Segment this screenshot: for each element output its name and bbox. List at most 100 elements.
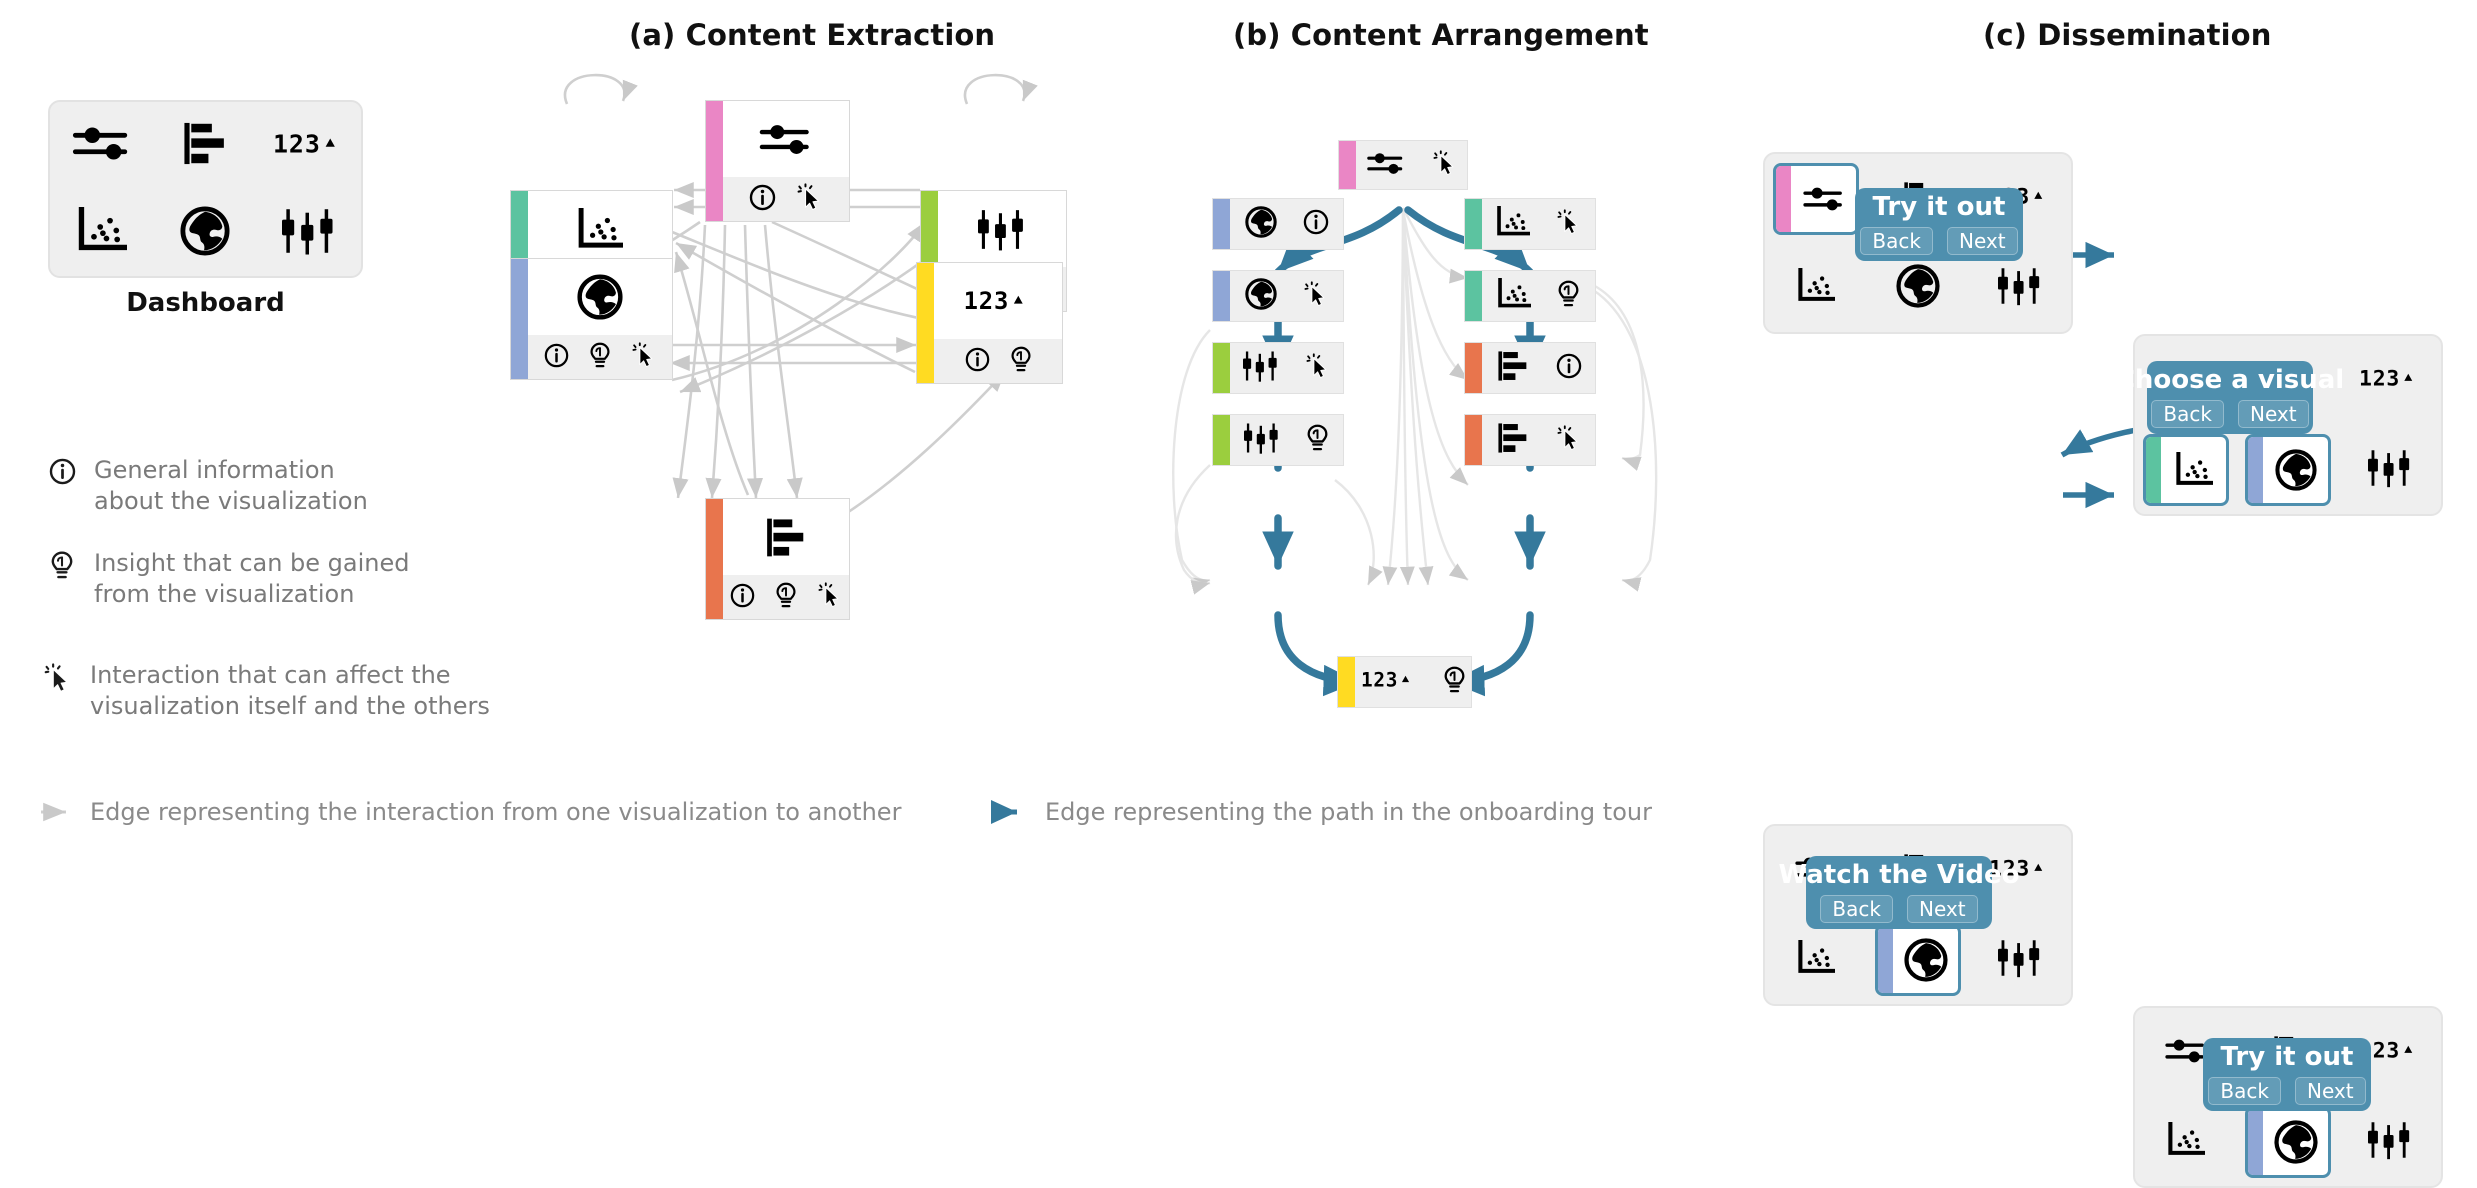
globe-icon — [2263, 1109, 2328, 1175]
next-button[interactable]: Next — [2294, 1076, 2366, 1105]
cursor-icon[interactable] — [1432, 150, 1458, 180]
legend-info-text: General information about the visualizati… — [94, 456, 368, 515]
globe-icon — [1244, 206, 1277, 242]
tour-tooltip-1[interactable]: Try it out Back Next — [1855, 188, 2023, 261]
candlestick-icon — [282, 207, 336, 259]
node-stripe-lime — [1213, 343, 1230, 393]
selected-viz-globe[interactable] — [2245, 433, 2331, 506]
lightbulb-icon[interactable] — [1010, 346, 1032, 377]
node-number[interactable] — [916, 262, 1063, 384]
selected-viz-sliders[interactable] — [1773, 162, 1859, 235]
bottom-legend-tour: Edge representing the path in the onboar… — [991, 798, 1652, 826]
dissemination-card-3[interactable]: Watch the Video Back Next — [1763, 824, 2073, 1006]
node-b-bar-cursor[interactable] — [1464, 414, 1596, 466]
node-sliders[interactable] — [705, 100, 850, 222]
node-bar[interactable] — [705, 498, 850, 620]
info-icon[interactable] — [1556, 353, 1582, 383]
node-b-candlestick-insight[interactable] — [1212, 414, 1344, 466]
dissemination-card-4[interactable]: Try it out Back Next — [2133, 1006, 2443, 1188]
sliders-icon — [723, 101, 849, 177]
tour-tooltip-2[interactable]: Choose a visual Back Next — [2116, 361, 2344, 434]
lightbulb-icon[interactable] — [1306, 424, 1329, 456]
cursor-icon[interactable] — [817, 582, 843, 612]
node-b-bar-info[interactable] — [1464, 342, 1596, 394]
node-stripe-orange — [706, 499, 723, 619]
candlestick-icon — [1998, 938, 2042, 982]
selected-viz-scatter[interactable] — [2143, 433, 2229, 506]
node-globe[interactable] — [510, 258, 673, 380]
node-stripe-yellow — [1338, 657, 1355, 707]
sliders-icon — [1366, 151, 1406, 180]
node-actions[interactable] — [934, 339, 1062, 383]
node-actions[interactable] — [723, 575, 849, 619]
number-icon — [2359, 365, 2421, 396]
bar-chart-icon — [181, 121, 229, 170]
node-stripe-orange — [1465, 343, 1482, 393]
node-stripe-blue — [1213, 271, 1230, 321]
panel-title-c: (c) Dissemination — [1983, 18, 2272, 52]
cursor-icon[interactable] — [1556, 425, 1582, 455]
globe-icon — [1893, 927, 1958, 993]
lightbulb-icon[interactable] — [775, 582, 797, 613]
node-b-number-insight[interactable] — [1337, 656, 1472, 708]
info-icon[interactable] — [730, 583, 755, 612]
lightbulb-icon[interactable] — [1557, 280, 1580, 312]
node-stripe-blue — [2248, 436, 2263, 503]
back-button[interactable]: Back — [1860, 226, 1933, 255]
node-b-scatter-cursor[interactable] — [1464, 198, 1596, 250]
info-icon[interactable] — [544, 343, 569, 372]
node-b-scatter-insight[interactable] — [1464, 270, 1596, 322]
scatter-plot-icon — [1797, 940, 1835, 980]
back-button[interactable]: Back — [2151, 399, 2224, 428]
cursor-icon[interactable] — [1305, 353, 1331, 383]
next-button[interactable]: Next — [1906, 894, 1978, 923]
node-b-globe-cursor[interactable] — [1212, 270, 1344, 322]
panel-title-b: (b) Content Arrangement — [1233, 18, 1649, 52]
next-button[interactable]: Next — [1946, 226, 2018, 255]
lightbulb-icon[interactable] — [589, 342, 611, 373]
back-button[interactable]: Back — [1820, 894, 1893, 923]
info-icon[interactable] — [965, 347, 990, 376]
bottom-legend-interaction-text: Edge representing the interaction from o… — [90, 798, 902, 826]
dashboard-label: Dashboard — [126, 288, 285, 318]
scatter-plot-icon — [528, 191, 672, 267]
cursor-icon[interactable] — [1556, 209, 1582, 239]
dissemination-card-2[interactable]: Choose a visual Back Next — [2116, 334, 2443, 516]
tour-tooltip-4[interactable]: Try it out Back Next — [2203, 1038, 2371, 1111]
candlestick-icon — [938, 191, 1066, 267]
node-b-globe-info[interactable] — [1212, 198, 1344, 250]
globe-icon — [180, 206, 230, 260]
lightbulb-icon[interactable] — [1443, 666, 1466, 698]
node-actions[interactable] — [528, 335, 672, 379]
dashboard-card[interactable] — [48, 100, 363, 278]
back-button[interactable]: Back — [2208, 1076, 2281, 1105]
node-b-sliders-cursor[interactable] — [1338, 140, 1468, 190]
sliders-icon — [1791, 166, 1856, 232]
dissemination-card-1[interactable]: Try it out Back Next — [1763, 152, 2073, 334]
number-icon — [934, 263, 1062, 339]
lightbulb-icon — [47, 548, 77, 580]
info-icon[interactable] — [749, 184, 776, 215]
info-icon[interactable] — [1303, 209, 1329, 239]
cursor-icon[interactable] — [796, 183, 824, 215]
cursor-icon[interactable] — [1303, 281, 1329, 311]
legend-item-info: General information about the visualizati… — [47, 455, 467, 516]
node-stripe-blue — [511, 259, 528, 379]
cursor-icon[interactable] — [631, 342, 657, 372]
selected-viz-globe[interactable] — [1875, 923, 1961, 996]
node-stripe-orange — [1465, 415, 1482, 465]
next-button[interactable]: Next — [2237, 399, 2309, 428]
node-actions[interactable] — [723, 177, 849, 221]
node-b-candlestick-cursor[interactable] — [1212, 342, 1344, 394]
node-stripe-teal — [1465, 271, 1482, 321]
node-stripe-teal — [2146, 436, 2161, 503]
selected-viz-globe[interactable] — [2245, 1105, 2331, 1178]
bottom-legend-interaction: Edge representing the interaction from o… — [40, 798, 901, 826]
tour-tooltip-3[interactable]: Watch the Video Back Next — [1779, 856, 2020, 929]
globe-icon — [2263, 437, 2328, 503]
legend-insight-text: Insight that can be gained from the visua… — [94, 549, 410, 608]
bar-chart-icon — [1496, 422, 1530, 458]
tooltip-title: Watch the Video — [1778, 860, 2020, 891]
node-stripe-pink — [1776, 165, 1791, 232]
node-stripe-blue — [1878, 926, 1893, 993]
